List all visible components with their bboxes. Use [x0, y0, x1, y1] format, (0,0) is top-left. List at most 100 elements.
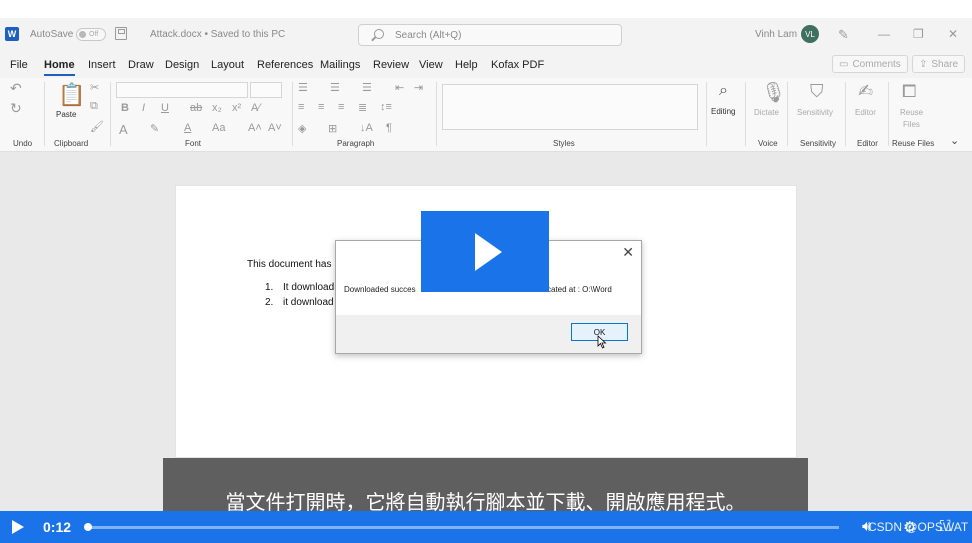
editor-icon[interactable]: ✍	[858, 81, 873, 102]
group-label-voice: Voice	[758, 139, 778, 148]
tab-mailings[interactable]: Mailings	[320, 59, 360, 71]
shrink-font-icon[interactable]: A˅	[268, 122, 282, 134]
tab-insert[interactable]: Insert	[88, 59, 116, 71]
font-size-select[interactable]	[250, 82, 282, 98]
underline-icon[interactable]: U	[161, 102, 169, 114]
current-time: 0:12	[43, 519, 72, 535]
multilevel-list-icon[interactable]: ☰	[362, 81, 372, 94]
redo-icon[interactable]: ↻	[10, 100, 22, 117]
group-label-sensitivity: Sensitivity	[800, 139, 837, 148]
group-label-paragraph: Paragraph	[337, 139, 375, 148]
editor-button-label[interactable]: Editor	[855, 108, 876, 117]
divider	[745, 82, 746, 146]
copy-icon[interactable]: ⧉	[90, 100, 98, 113]
show-marks-icon[interactable]: ¶	[386, 122, 392, 134]
microphone-icon[interactable]: 🎙	[761, 80, 786, 105]
play-icon[interactable]	[12, 520, 24, 534]
strikethrough-icon[interactable]: ab	[190, 102, 202, 114]
list-item-number: 2.	[265, 297, 274, 308]
divider	[292, 82, 293, 146]
divider	[110, 82, 111, 146]
tab-layout[interactable]: Layout	[211, 59, 244, 71]
tab-draw[interactable]: Draw	[128, 59, 154, 71]
editing-label[interactable]: Editing	[711, 107, 735, 116]
bullets-icon[interactable]: ☰	[298, 81, 308, 94]
font-color-icon[interactable]: A	[184, 122, 191, 134]
minimize-icon[interactable]: —	[878, 27, 890, 41]
user-name[interactable]: Vinh Lam	[755, 29, 797, 40]
dictate-label[interactable]: Dictate	[754, 108, 779, 117]
justify-icon[interactable]: ≣	[358, 101, 367, 114]
change-case-icon[interactable]: Aa	[212, 122, 225, 134]
subtitle-bar: 當文件打開時，它將自動執行腳本並下載、開啟應用程式。	[163, 458, 808, 514]
progress-handle[interactable]	[84, 523, 92, 531]
progress-bar[interactable]	[87, 526, 839, 529]
search-input[interactable]: Search (Alt+Q)	[358, 24, 622, 46]
font-family-select[interactable]	[116, 82, 248, 98]
mouse-cursor-icon	[597, 335, 607, 349]
chevron-down-icon[interactable]: ⌄	[950, 134, 959, 147]
pen-icon[interactable]: ✎	[838, 27, 849, 43]
sort-icon[interactable]: ↓A	[360, 122, 373, 134]
paste-icon[interactable]: 📋	[58, 82, 85, 108]
superscript-icon[interactable]: x²	[232, 102, 241, 114]
top-strip	[0, 0, 972, 18]
tab-help[interactable]: Help	[455, 59, 478, 71]
reuse-files-icon[interactable]: ⧠	[902, 81, 916, 102]
tab-references[interactable]: References	[257, 59, 313, 71]
subscript-icon[interactable]: x₂	[212, 102, 222, 114]
tab-kofax-pdf[interactable]: Kofax PDF	[491, 59, 544, 71]
avatar[interactable]: VL	[801, 25, 819, 43]
ribbon: ↶ ↻ Undo 📋 Paste ✂ ⧉ 🖌 Clipboard B I U a…	[0, 78, 972, 152]
play-icon	[474, 232, 502, 271]
align-left-icon[interactable]: ≡	[298, 101, 304, 113]
save-icon[interactable]	[115, 27, 127, 40]
share-button[interactable]: ⇪ Share	[912, 55, 966, 73]
tab-view[interactable]: View	[419, 59, 443, 71]
borders-icon[interactable]: ⊞	[328, 122, 337, 135]
paste-label[interactable]: Paste	[56, 110, 76, 119]
play-overlay-button[interactable]	[421, 211, 549, 292]
decrease-indent-icon[interactable]: ⇤	[395, 81, 404, 94]
autosave-toggle[interactable]: Off	[76, 28, 106, 41]
undo-icon[interactable]: ↶	[10, 80, 22, 97]
increase-indent-icon[interactable]: ⇥	[414, 81, 423, 94]
sensitivity-button-label[interactable]: Sensitivity	[797, 108, 833, 117]
reuse-label-1[interactable]: Reuse	[900, 108, 923, 117]
align-center-icon[interactable]: ≡	[318, 101, 324, 113]
tab-file[interactable]: File	[10, 59, 28, 71]
search-icon	[374, 29, 384, 39]
find-icon[interactable]: ⌕	[719, 82, 728, 100]
tab-home[interactable]: Home	[44, 59, 75, 76]
italic-icon[interactable]: I	[142, 102, 145, 114]
dialog-message-start: Downloaded succes	[344, 285, 416, 294]
document-title[interactable]: Attack.docx • Saved to this PC	[150, 29, 285, 40]
restore-icon[interactable]: ❐	[913, 27, 924, 41]
tab-review[interactable]: Review	[373, 59, 409, 71]
tab-design[interactable]: Design	[165, 59, 199, 71]
reuse-label-2[interactable]: Files	[903, 120, 920, 129]
align-right-icon[interactable]: ≡	[338, 101, 344, 113]
divider	[44, 82, 45, 146]
cut-icon[interactable]: ✂	[90, 81, 99, 94]
shading-icon[interactable]: ◈	[298, 122, 306, 135]
format-painter-icon[interactable]: 🖌	[90, 120, 104, 133]
line-spacing-icon[interactable]: ↕≡	[380, 101, 392, 113]
group-label-reuse-files: Reuse Files	[892, 139, 935, 148]
bold-icon[interactable]: B	[121, 102, 129, 114]
grow-font-icon[interactable]: A˄	[248, 122, 262, 134]
document-intro-text: This document has	[247, 259, 332, 270]
clear-formatting-icon[interactable]: A⁄	[251, 102, 260, 114]
watermark: CSDN @OPSWAT	[868, 520, 969, 534]
close-icon[interactable]: ✕	[948, 27, 958, 41]
styles-gallery[interactable]	[442, 84, 698, 130]
highlight-icon[interactable]: ✎	[150, 122, 159, 135]
divider	[888, 82, 889, 146]
text-effects-icon[interactable]: A	[119, 122, 128, 137]
group-label-editor: Editor	[857, 139, 878, 148]
menu-bar: File Home Insert Draw Design Layout Refe…	[0, 50, 972, 78]
numbering-icon[interactable]: ☰	[330, 81, 340, 94]
sensitivity-icon[interactable]: ⛉	[810, 81, 824, 102]
close-icon[interactable]: ✕	[622, 244, 634, 261]
comments-button[interactable]: ▭ Comments	[832, 55, 908, 73]
